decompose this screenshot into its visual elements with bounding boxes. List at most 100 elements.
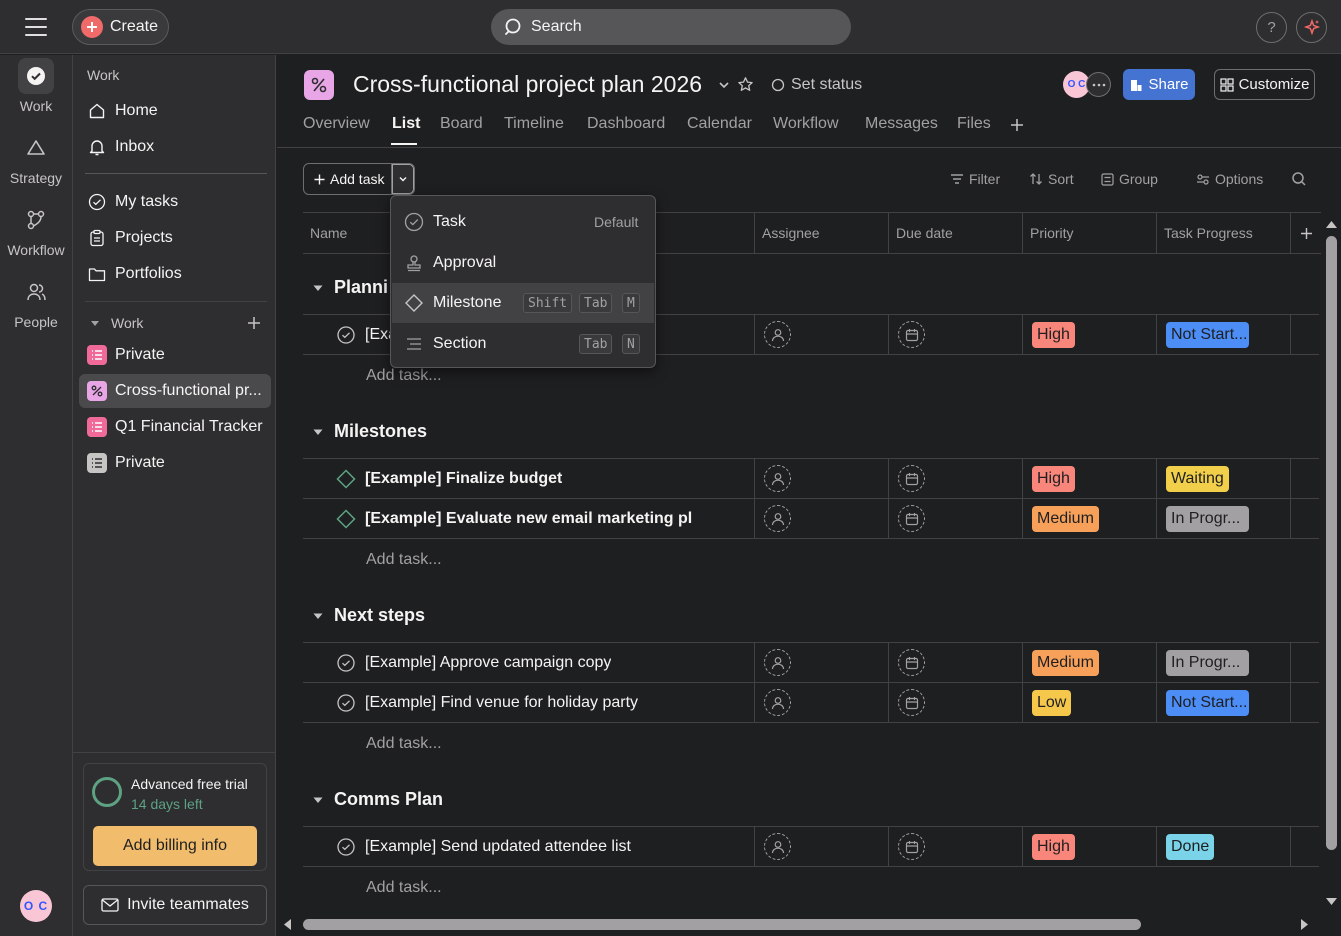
due-date-cell[interactable] [889,827,1023,866]
table-row[interactable]: [Example] Approve campaign copy Medium I… [303,642,1319,683]
tab-calendar[interactable]: Calendar [687,115,752,133]
share-button[interactable]: Share [1123,69,1195,100]
tab-board[interactable]: Board [440,115,483,133]
user-avatar[interactable]: O C [20,890,52,922]
priority-cell[interactable]: High [1023,827,1157,866]
tab-dashboard[interactable]: Dashboard [587,115,665,133]
sidebar-item-projects[interactable]: Projects [79,221,271,255]
column-header-due-date[interactable]: Due date [889,212,1023,254]
more-members-icon[interactable] [1086,72,1111,97]
menu-item-task[interactable]: Task Default [392,202,654,242]
sidebar-item-portfolios[interactable]: Portfolios [79,257,271,291]
tab-files[interactable]: Files [957,115,991,133]
percent-icon[interactable] [304,70,334,100]
task-name[interactable]: [Example] Evaluate new email marketing p… [365,510,692,528]
table-row[interactable]: [Example] Evaluate new email marketing p… [303,498,1319,539]
assignee-cell[interactable] [755,643,889,682]
milestone-diamond-icon[interactable] [336,468,356,489]
due-date-cell[interactable] [889,315,1023,354]
task-name[interactable]: [Example] Finalize budget [365,470,562,488]
sidebar-section-work[interactable]: Work [89,313,269,333]
table-row[interactable]: [Example] Send updated attendee list Hig… [303,826,1319,867]
tab-workflow[interactable]: Workflow [773,115,839,133]
task-name[interactable]: [Example] Approve campaign copy [365,654,611,672]
invite-teammates-button[interactable]: Invite teammates [83,885,267,925]
add-column-icon[interactable] [1291,212,1321,254]
priority-cell[interactable]: Low [1023,683,1157,722]
rail-item-workflow[interactable]: Workflow [0,202,72,258]
add-task-link[interactable]: Add task... [366,367,442,385]
column-header-task-progress[interactable]: Task Progress [1157,212,1291,254]
add-task-link[interactable]: Add task... [366,735,442,753]
create-button[interactable]: Create [72,9,169,45]
check-circle-icon[interactable] [337,693,355,712]
sidebar-project-private[interactable]: Private [79,338,271,372]
milestone-diamond-icon[interactable] [336,508,356,529]
search-icon[interactable] [1291,171,1307,187]
sidebar-item-home[interactable]: Home [79,94,271,128]
project-title[interactable]: Cross-functional project plan 2026 [353,71,702,98]
options-button[interactable]: Options [1196,171,1263,187]
add-billing-button[interactable]: Add billing info [93,826,257,866]
group-button[interactable]: Group [1101,171,1158,187]
filter-button[interactable]: Filter [950,171,1000,187]
chevron-down-icon[interactable] [392,164,414,194]
progress-cell[interactable]: Not Start... [1157,315,1291,354]
due-date-cell[interactable] [889,459,1023,498]
column-header-assignee[interactable]: Assignee [755,212,889,254]
priority-cell[interactable]: High [1023,459,1157,498]
section-header-next-steps[interactable]: Next steps [312,605,425,626]
assignee-cell[interactable] [755,315,889,354]
progress-cell[interactable]: Not Start... [1157,683,1291,722]
table-row[interactable]: [Example] Find venue for holiday party L… [303,682,1319,723]
due-date-cell[interactable] [889,643,1023,682]
add-icon[interactable] [247,316,261,330]
assignee-cell[interactable] [755,459,889,498]
check-circle-icon[interactable] [337,653,355,672]
tab-timeline[interactable]: Timeline [504,115,564,133]
rail-item-people[interactable]: People [0,274,72,330]
sidebar-item-inbox[interactable]: Inbox [79,130,271,164]
task-name[interactable]: [Example] Find venue for holiday party [365,694,638,712]
progress-cell[interactable]: Waiting [1157,459,1291,498]
rail-item-work[interactable]: Work [0,58,72,114]
help-button[interactable]: ? [1256,12,1287,43]
star-icon[interactable] [737,76,754,93]
chevron-down-icon[interactable] [717,78,731,92]
progress-cell[interactable]: In Progr... [1157,499,1291,538]
assignee-cell[interactable] [755,499,889,538]
vertical-scrollbar[interactable] [1322,217,1341,909]
hamburger-menu-icon[interactable] [22,14,50,40]
menu-item-milestone[interactable]: Milestone Shift Tab M [392,283,654,323]
add-tab-icon[interactable] [1010,118,1024,132]
tab-messages[interactable]: Messages [865,115,938,133]
add-task-link[interactable]: Add task... [366,879,442,897]
progress-cell[interactable]: Done [1157,827,1291,866]
add-task-link[interactable]: Add task... [366,551,442,569]
sidebar-item-my-tasks[interactable]: My tasks [79,185,271,219]
section-header-milestones[interactable]: Milestones [312,421,427,442]
column-header-priority[interactable]: Priority [1023,212,1157,254]
sort-button[interactable]: Sort [1029,171,1074,187]
ai-sparkle-icon[interactable] [1296,12,1327,43]
priority-cell[interactable]: High [1023,315,1157,354]
section-header-planning[interactable]: Planni [312,277,388,298]
progress-cell[interactable]: In Progr... [1157,643,1291,682]
sidebar-project-private-2[interactable]: Private [79,446,271,480]
customize-button[interactable]: Customize [1214,69,1315,100]
horizontal-scrollbar[interactable] [277,915,1322,934]
sidebar-project-cross-functional[interactable]: Cross-functional pr... [79,374,271,408]
menu-item-section[interactable]: Section Tab N [392,324,654,364]
table-row[interactable]: [Example] Finalize budget High Waiting [303,458,1319,499]
due-date-cell[interactable] [889,499,1023,538]
tab-list[interactable]: List [392,115,420,133]
assignee-cell[interactable] [755,827,889,866]
search-input[interactable]: Search [491,9,851,45]
rail-item-strategy[interactable]: Strategy [0,130,72,186]
check-circle-icon[interactable] [337,837,355,856]
menu-item-approval[interactable]: Approval [392,243,654,283]
section-header-comms-plan[interactable]: Comms Plan [312,789,443,810]
add-task-button[interactable]: Add task [304,164,393,194]
set-status-button[interactable]: Set status [771,76,862,94]
task-name[interactable]: [Example] Send updated attendee list [365,838,631,856]
